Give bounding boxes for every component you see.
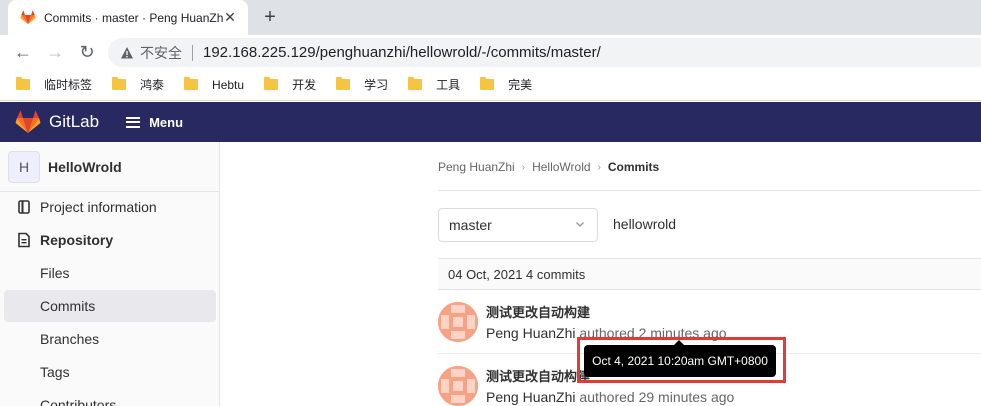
hamburger-icon xyxy=(126,116,141,128)
folder-icon xyxy=(264,77,279,90)
project-name: HelloWrold xyxy=(48,158,122,175)
bookmark-label: 开发 xyxy=(292,78,317,92)
tab-close-icon[interactable]: ✕ xyxy=(222,9,238,25)
commit-title[interactable]: 测试更改自动构建 xyxy=(486,366,590,385)
folder-icon xyxy=(480,77,495,90)
bookmark-label: 学习 xyxy=(364,78,389,92)
bookmark-item[interactable]: Hebtu xyxy=(184,77,245,92)
sidebar: H HelloWrold Project information Reposit… xyxy=(0,142,220,406)
sidebar-item-tags[interactable]: Tags xyxy=(4,356,216,388)
project-information-icon xyxy=(18,200,30,214)
project-path-link[interactable]: hellowrold xyxy=(613,216,676,232)
identicon-icon xyxy=(438,366,478,406)
annotation-highlight-box xyxy=(577,337,786,383)
bookmark-item[interactable]: 开发 xyxy=(264,76,316,93)
breadcrumb-item-project[interactable]: HelloWrold xyxy=(532,160,590,174)
chevron-right-icon: › xyxy=(521,161,526,173)
bookmark-label: 完美 xyxy=(508,78,533,92)
bookmark-item[interactable]: 鸿泰 xyxy=(112,76,164,93)
bookmark-label: 临时标签 xyxy=(44,78,93,92)
breadcrumb-divider xyxy=(438,190,981,191)
sidebar-item-project-information[interactable]: Project information xyxy=(4,191,216,223)
breadcrumb: Peng HuanZhi › HelloWrold › Commits xyxy=(438,160,659,174)
address-bar[interactable]: 不安全 192.168.225.129/penghuanzhi/hellowro… xyxy=(108,38,981,67)
browser-tab-strip: Commits · master · Peng HuanZhi / HelloW… xyxy=(0,0,981,35)
identicon-icon xyxy=(438,302,478,342)
chevron-right-icon: › xyxy=(597,161,601,173)
folder-icon xyxy=(408,77,423,90)
commit-meta: Peng HuanZhi authored 29 minutes ago xyxy=(486,389,734,405)
sidebar-item-contributors[interactable]: Contributors xyxy=(4,389,216,406)
new-tab-icon[interactable]: + xyxy=(258,5,282,29)
gitlab-header: GitLab Menu xyxy=(0,102,981,142)
sidebar-item-commits[interactable]: Commits xyxy=(4,290,216,322)
commit-time[interactable]: 29 minutes ago xyxy=(639,389,735,405)
url-text[interactable]: 192.168.225.129/penghuanzhi/hellowrold/-… xyxy=(203,44,601,61)
browser-toolbar: ← → ↻ 不安全 192.168.225.129/penghuanzhi/he… xyxy=(0,35,981,69)
folder-icon xyxy=(16,77,30,90)
reload-icon[interactable]: ↻ xyxy=(76,41,98,63)
sidebar-item-files[interactable]: Files xyxy=(4,257,216,289)
folder-icon xyxy=(336,77,351,90)
security-label[interactable]: 不安全 xyxy=(140,43,182,63)
sidebar-item-label: Repository xyxy=(40,232,114,248)
commits-day-header: 04 Oct, 2021 4 commits xyxy=(438,258,981,290)
commit-author[interactable]: Peng HuanZhi xyxy=(486,389,576,405)
sidebar-item-branches[interactable]: Branches xyxy=(4,323,216,355)
gitlab-favicon-icon xyxy=(20,10,36,25)
breadcrumb-item-commits[interactable]: Commits xyxy=(608,160,659,174)
sidebar-item-label: Contributors xyxy=(40,397,117,406)
sidebar-item-label: Files xyxy=(40,265,70,281)
menu-button[interactable]: Menu xyxy=(126,115,183,130)
project-avatar: H xyxy=(8,150,40,183)
browser-tab[interactable]: Commits · master · Peng HuanZhi / HelloW… xyxy=(8,0,248,35)
branch-dropdown-value: master xyxy=(449,217,492,233)
bookmark-label: Hebtu xyxy=(212,77,245,92)
avatar[interactable] xyxy=(438,366,478,406)
back-icon[interactable]: ← xyxy=(12,41,34,63)
chevron-down-icon xyxy=(576,222,584,227)
branch-dropdown[interactable]: master xyxy=(438,208,598,242)
breadcrumb-item-namespace[interactable]: Peng HuanZhi xyxy=(438,160,515,174)
commit-action: authored xyxy=(575,389,639,405)
bookmark-label: 鸿泰 xyxy=(140,78,165,92)
avatar[interactable] xyxy=(438,302,478,342)
bookmark-label: 工具 xyxy=(436,78,461,92)
sidebar-item-label: Branches xyxy=(40,331,100,347)
bookmark-item[interactable]: 工具 xyxy=(408,76,460,93)
bookmark-item[interactable]: 学习 xyxy=(336,76,388,93)
sidebar-project-header[interactable]: H HelloWrold xyxy=(0,142,219,192)
commit-title[interactable]: 测试更改自动构建 xyxy=(486,302,590,321)
sidebar-item-label: Commits xyxy=(40,298,96,314)
folder-icon xyxy=(184,77,199,90)
bookmark-item[interactable]: 完美 xyxy=(480,76,532,93)
forward-icon[interactable]: → xyxy=(44,41,66,63)
commit-author[interactable]: Peng HuanZhi xyxy=(486,325,576,341)
bookmarks-bar: 临时标签 鸿泰 Hebtu 开发 学习 工具 完美 xyxy=(0,69,981,101)
sidebar-item-label: Project information xyxy=(40,199,157,215)
address-separator xyxy=(192,44,193,61)
menu-label: Menu xyxy=(149,114,184,130)
sidebar-item-label: Tags xyxy=(40,364,70,380)
warning-icon xyxy=(121,46,133,58)
repository-icon xyxy=(18,232,30,248)
bookmark-item[interactable]: 临时标签 xyxy=(16,76,92,93)
gitlab-brand[interactable]: GitLab xyxy=(49,112,99,132)
sidebar-item-repository[interactable]: Repository xyxy=(4,224,216,256)
folder-icon xyxy=(112,77,127,90)
tab-title: Commits · master · Peng HuanZhi / HelloW… xyxy=(44,10,224,25)
gitlab-logo-icon[interactable] xyxy=(15,110,41,134)
